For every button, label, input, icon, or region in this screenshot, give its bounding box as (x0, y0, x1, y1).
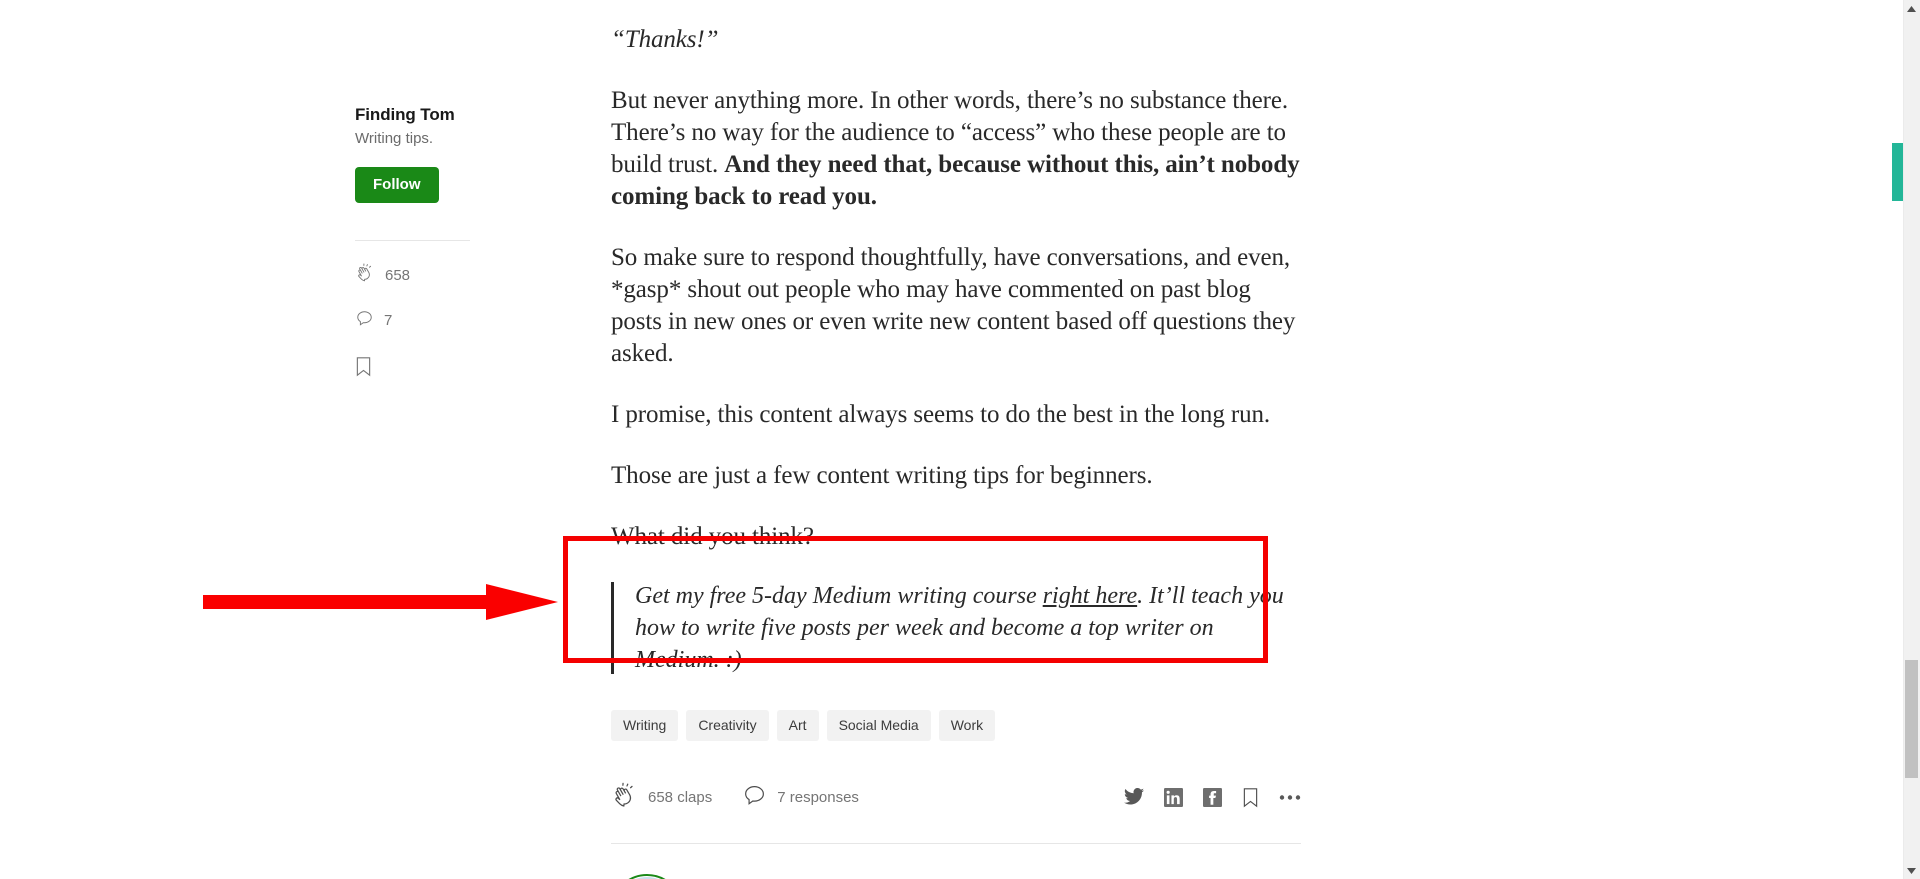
linkedin-icon[interactable] (1164, 787, 1183, 807)
tag-writing[interactable]: Writing (611, 710, 679, 741)
bookmark-icon[interactable] (1242, 787, 1259, 808)
scrollbar-position-marker[interactable] (1892, 143, 1903, 201)
claps-button[interactable]: 658 claps (611, 782, 712, 813)
sidebar-claps[interactable]: 658 (355, 263, 495, 287)
tag-social-media[interactable]: Social Media (826, 710, 931, 741)
avatar-ring (611, 874, 683, 879)
sidebar-responses-count: 7 (384, 312, 393, 329)
written-by-section: WRITTEN BY Tom Kuegler Following (611, 874, 1301, 879)
paragraph-tips: Those are just a few content writing tip… (611, 462, 1153, 489)
pullquote-course-promo: Get my free 5-day Medium writing course … (611, 580, 1301, 676)
paragraph-promise: I promise, this content always seems to … (611, 401, 1271, 428)
article-sidebar: Finding Tom Writing tips. Follow 658 7 (355, 104, 495, 382)
sidebar-responses[interactable]: 7 (355, 309, 495, 332)
publication-name[interactable]: Finding Tom (355, 104, 495, 126)
tag-art[interactable]: Art (776, 710, 819, 741)
paragraph-respond: So make sure to respond thoughtfully, ha… (611, 244, 1296, 367)
comment-icon (355, 309, 374, 332)
tag-work[interactable]: Work (938, 710, 996, 741)
engagement-group: 658 claps 7 responses (611, 782, 859, 813)
pullquote-lead: Get my free 5-day Medium writing course (635, 583, 1043, 609)
responses-button[interactable]: 7 responses (742, 783, 859, 812)
paragraph-thanks: “Thanks!” (611, 26, 719, 53)
comment-icon (742, 783, 767, 812)
twitter-icon[interactable] (1124, 788, 1144, 806)
footer-divider (611, 843, 1301, 844)
tag-creativity[interactable]: Creativity (686, 710, 769, 741)
sidebar-bookmark-button[interactable] (355, 356, 495, 382)
scroll-up-arrow-icon[interactable] (1903, 0, 1920, 17)
follow-button[interactable]: Follow (355, 167, 439, 203)
sidebar-claps-count: 658 (385, 266, 411, 284)
paragraph-substance: But never anything more. In other words,… (611, 85, 1301, 213)
tag-list: Writing Creativity Art Social Media Work (611, 710, 1301, 741)
page-scrollbar[interactable] (1903, 0, 1920, 879)
clap-icon (355, 263, 375, 287)
page-root: Finding Tom Writing tips. Follow 658 7 “… (0, 0, 1920, 879)
more-options-icon[interactable] (1279, 794, 1301, 801)
claps-label: 658 claps (648, 788, 713, 806)
avatar[interactable] (611, 874, 683, 879)
facebook-icon[interactable] (1203, 787, 1222, 807)
clap-icon (611, 782, 638, 813)
bookmark-icon (355, 357, 372, 381)
pullquote-text: Get my free 5-day Medium writing course … (635, 580, 1301, 676)
paragraph-what-did-you-think: What did you think? (611, 523, 814, 550)
written-by-text: WRITTEN BY Tom Kuegler (705, 874, 836, 879)
red-arrow-annotation (203, 582, 558, 622)
scroll-down-arrow-icon[interactable] (1903, 862, 1920, 879)
share-group (1124, 787, 1301, 808)
scrollbar-thumb[interactable] (1905, 660, 1918, 778)
sidebar-divider (355, 240, 470, 241)
article-body: “Thanks!” But never anything more. In ot… (611, 0, 1301, 879)
pullquote-link[interactable]: right here (1043, 583, 1137, 609)
publication-tagline: Writing tips. (355, 130, 434, 147)
article-action-bar: 658 claps 7 responses (611, 777, 1301, 817)
responses-label: 7 responses (777, 788, 859, 806)
